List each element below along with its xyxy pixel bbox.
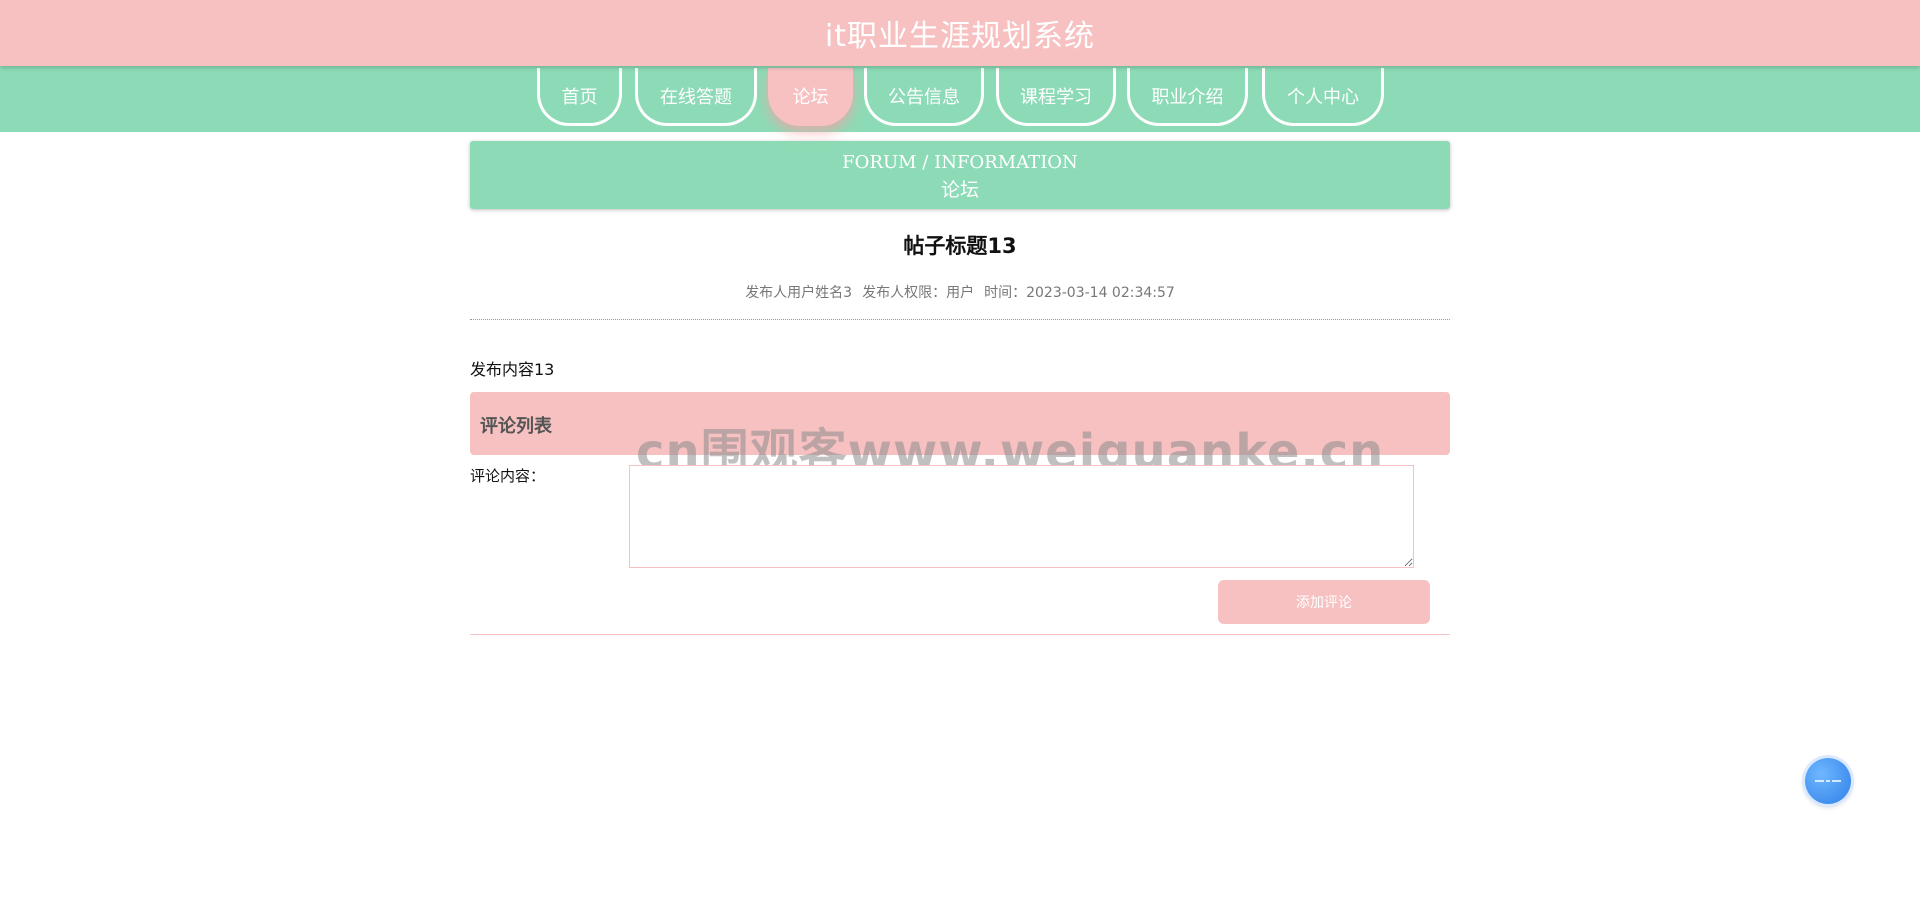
post-meta: 发布人用户姓名3 发布人权限：用户 时间：2023-03-14 02:34:57 (470, 282, 1450, 302)
divider (470, 319, 1450, 320)
nav-item-home[interactable]: 首页 (537, 68, 622, 126)
main-nav: 首页 在线答题 论坛 公告信息 课程学习 职业介绍 个人中心 (0, 66, 1920, 132)
post-time: 时间：2023-03-14 02:34:57 (984, 285, 1175, 301)
nav-item-profile[interactable]: 个人中心 (1262, 68, 1384, 126)
nav-item-online-quiz[interactable]: 在线答题 (635, 68, 757, 126)
section-title-cn: 论坛 (940, 179, 979, 201)
comment-list-title: 评论列表 (480, 416, 552, 437)
section-title-en: FORUM / INFORMATION (842, 152, 1078, 173)
comment-input[interactable] (629, 465, 1414, 568)
comment-input-label: 评论内容： (470, 467, 546, 485)
site-title: it职业生涯规划系统 (824, 19, 1096, 54)
section-banner: FORUM / INFORMATION 论坛 (470, 141, 1450, 209)
post-permission: 发布人权限：用户 (862, 285, 975, 301)
site-header: it职业生涯规划系统 (0, 0, 1920, 66)
nav-item-forum[interactable]: 论坛 (768, 68, 853, 126)
float-chat-button[interactable] (1805, 758, 1851, 804)
chat-bubble-icon (1815, 780, 1841, 782)
post-author: 发布人用户姓名3 (745, 285, 853, 301)
nav-item-announcements[interactable]: 公告信息 (864, 68, 984, 126)
add-comment-button[interactable]: 添加评论 (1218, 580, 1430, 624)
post-content: 发布内容13 (470, 360, 555, 379)
nav-item-careers[interactable]: 职业介绍 (1127, 68, 1248, 126)
divider-bottom (470, 634, 1450, 635)
nav-item-courses[interactable]: 课程学习 (996, 68, 1116, 126)
comment-list-header: 评论列表 (470, 392, 1450, 455)
post-title: 帖子标题13 (903, 234, 1017, 258)
